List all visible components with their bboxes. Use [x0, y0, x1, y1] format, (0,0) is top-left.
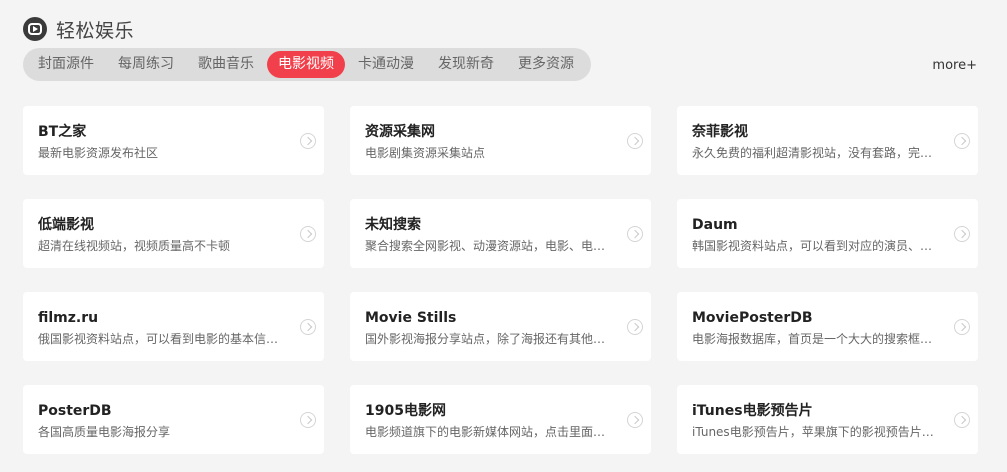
tab-discover[interactable]: 发现新奇 — [427, 51, 505, 78]
card-description: 各国高质量电影海报分享 — [38, 425, 171, 439]
site-card[interactable]: iTunes电影预告片 iTunes电影预告片，苹果旗下的影视预告片平台 — [677, 385, 978, 454]
site-card[interactable]: PosterDB 各国高质量电影海报分享 — [23, 385, 324, 454]
site-card[interactable]: 未知搜索 聚合搜索全网影视、动漫资源站，电影、电视剧、动漫 — [350, 199, 651, 268]
card-description: 国外影视海报分享站点，除了海报还有其他内容可以看 — [365, 332, 611, 346]
card-description: 韩国影视资料站点，可以看到对应的演员、影视简介 — [692, 239, 938, 253]
chevron-right-icon — [627, 133, 643, 149]
site-card[interactable]: Movie Stills 国外影视海报分享站点，除了海报还有其他内容可以看 — [350, 292, 651, 361]
card-title: MoviePosterDB — [692, 310, 813, 326]
chevron-right-icon — [300, 226, 316, 242]
chevron-right-icon — [300, 319, 316, 335]
section-title: 轻松娱乐 — [56, 19, 135, 42]
card-description: 电影频道旗下的电影新媒体网站，点击里面的电影可以 — [365, 425, 611, 439]
site-card[interactable]: 1905电影网 电影频道旗下的电影新媒体网站，点击里面的电影可以 — [350, 385, 651, 454]
chevron-right-icon — [300, 133, 316, 149]
site-card[interactable]: MoviePosterDB 电影海报数据库，首页是一个大大的搜索框，据说收录 — [677, 292, 978, 361]
card-title: 低端影视 — [38, 217, 94, 233]
card-title: 资源采集网 — [365, 124, 435, 140]
tab-movies-videos[interactable]: 电影视频 — [267, 51, 345, 78]
card-description: 超清在线视频站，视频质量高不卡顿 — [38, 239, 231, 253]
card-description: iTunes电影预告片，苹果旗下的影视预告片平台 — [692, 425, 938, 439]
card-description: 最新电影资源发布社区 — [38, 146, 159, 160]
card-title: 未知搜索 — [365, 217, 421, 233]
chevron-right-icon — [954, 133, 970, 149]
category-tabs: 封面源件 每周练习 歌曲音乐 电影视频 卡通动漫 发现新奇 更多资源 — [23, 48, 591, 81]
chevron-right-icon — [300, 412, 316, 428]
tab-more-resources[interactable]: 更多资源 — [507, 51, 585, 78]
chevron-right-icon — [627, 412, 643, 428]
chevron-right-icon — [627, 226, 643, 242]
tab-cover-sources[interactable]: 封面源件 — [27, 51, 105, 78]
card-title: Daum — [692, 217, 738, 233]
card-title: PosterDB — [38, 403, 112, 419]
card-title: BT之家 — [38, 124, 87, 140]
card-description: 电影海报数据库，首页是一个大大的搜索框，据说收录 — [692, 332, 938, 346]
chevron-right-icon — [954, 412, 970, 428]
site-card[interactable]: 奈菲影视 永久免费的福利超清影视站，没有套路，完全免费 — [677, 106, 978, 175]
site-card[interactable]: filmz.ru 俄国影视资料站点，可以看到电影的基本信息与剧照 — [23, 292, 324, 361]
card-description: 永久免费的福利超清影视站，没有套路，完全免费 — [692, 146, 938, 160]
card-title: filmz.ru — [38, 310, 99, 326]
more-link[interactable]: more+ — [932, 58, 977, 73]
chevron-right-icon — [627, 319, 643, 335]
site-card[interactable]: 低端影视 超清在线视频站，视频质量高不卡顿 — [23, 199, 324, 268]
card-description: 俄国影视资料站点，可以看到电影的基本信息与剧照 — [38, 332, 284, 346]
site-card[interactable]: Daum 韩国影视资料站点，可以看到对应的演员、影视简介 — [677, 199, 978, 268]
play-icon — [23, 17, 47, 41]
tab-cartoons-anime[interactable]: 卡通动漫 — [347, 51, 425, 78]
card-title: 1905电影网 — [365, 403, 446, 419]
card-description: 聚合搜索全网影视、动漫资源站，电影、电视剧、动漫 — [365, 239, 611, 253]
site-card[interactable]: 资源采集网 电影剧集资源采集站点 — [350, 106, 651, 175]
card-title: iTunes电影预告片 — [692, 403, 813, 419]
site-card-grid: BT之家 最新电影资源发布社区 资源采集网 电影剧集资源采集站点 奈菲影视 永久… — [23, 106, 978, 454]
chevron-right-icon — [954, 319, 970, 335]
tab-songs-music[interactable]: 歌曲音乐 — [187, 51, 265, 78]
tab-weekly-practice[interactable]: 每周练习 — [107, 51, 185, 78]
chevron-right-icon — [954, 226, 970, 242]
site-card[interactable]: BT之家 最新电影资源发布社区 — [23, 106, 324, 175]
card-description: 电影剧集资源采集站点 — [365, 146, 486, 160]
section-header: 轻松娱乐 — [23, 17, 135, 42]
card-title: Movie Stills — [365, 310, 457, 326]
card-title: 奈菲影视 — [692, 124, 748, 140]
